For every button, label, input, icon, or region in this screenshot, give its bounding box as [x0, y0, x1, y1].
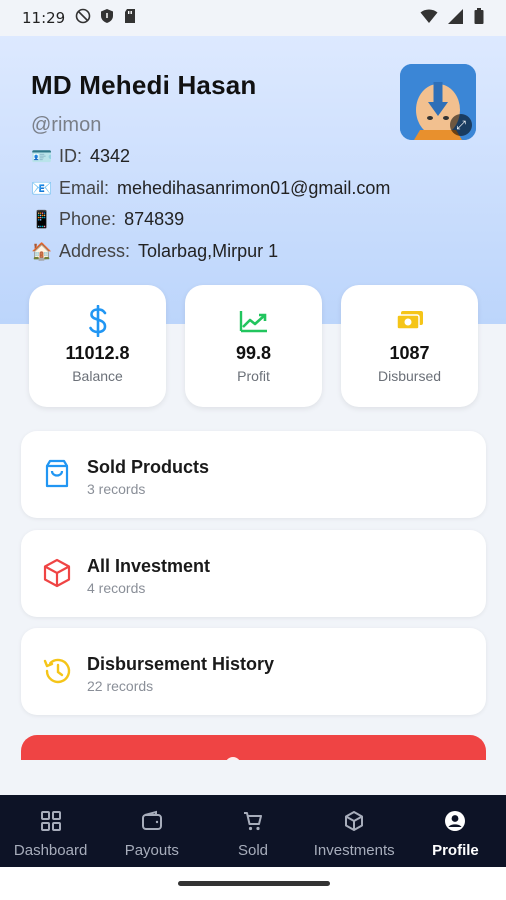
- shield-icon: [99, 8, 115, 28]
- nav-payouts[interactable]: Payouts: [101, 795, 202, 867]
- disbursed-card[interactable]: 1087 Disbursed: [341, 285, 478, 407]
- cash-icon: [341, 305, 478, 337]
- email-icon: 📧: [31, 178, 53, 198]
- status-time: 11:29: [22, 9, 66, 27]
- balance-value: 11012.8: [65, 343, 130, 363]
- sold-products-count: 3 records: [87, 481, 146, 497]
- phone-label: Phone:: [59, 209, 117, 229]
- shopping-bag-icon: [41, 458, 73, 490]
- disbursement-history-count: 22 records: [87, 678, 154, 694]
- dollar-icon: [29, 305, 166, 337]
- balance-label: Balance: [72, 368, 123, 384]
- phone-row: 📱 Phone: 874839: [31, 209, 184, 230]
- gesture-area: [0, 867, 506, 900]
- sold-products-title: Sold Products: [87, 457, 210, 477]
- nav-payouts-label: Payouts: [124, 842, 179, 859]
- id-label: ID:: [59, 146, 83, 166]
- nav-dashboard[interactable]: Dashboard: [0, 795, 101, 867]
- id-value: 4342: [90, 146, 131, 166]
- address-row: 🏠 Address: Tolarbag,Mirpur 1: [31, 241, 278, 262]
- cart-icon: [244, 812, 262, 831]
- avatar[interactable]: ⤢: [400, 64, 476, 140]
- grid-icon: [40, 811, 61, 831]
- phone-value: 874839: [124, 209, 185, 229]
- status-bar: 11:29: [0, 0, 506, 36]
- address-value: Tolarbag,Mirpur 1: [138, 241, 279, 261]
- scroll-area-bottom: [0, 760, 506, 795]
- balance-card[interactable]: 11012.8 Balance: [29, 285, 166, 407]
- battery-icon: [474, 8, 484, 28]
- nav-sold[interactable]: Sold: [202, 795, 303, 867]
- all-investment-count: 4 records: [87, 580, 146, 596]
- disbursement-history-title: Disbursement History: [87, 654, 275, 674]
- wifi-icon: [420, 9, 438, 28]
- disbursed-value: 1087: [389, 343, 430, 363]
- sd-card-icon: [123, 8, 137, 28]
- phone-icon: 📱: [31, 209, 53, 229]
- expand-icon[interactable]: ⤢: [450, 114, 472, 136]
- signal-icon: [448, 8, 464, 28]
- profit-card[interactable]: 99.8 Profit: [185, 285, 322, 407]
- address-label: Address:: [59, 241, 131, 261]
- box-icon: [345, 811, 364, 831]
- disbursement-history-card[interactable]: Disbursement History 22 records: [21, 628, 486, 715]
- nav-sold-label: Sold: [237, 842, 269, 859]
- profile-name: MD Mehedi Hasan: [31, 70, 257, 100]
- email-value: mehedihasanrimon01@gmail.com: [117, 178, 391, 198]
- all-investment-title: All Investment: [87, 556, 211, 576]
- nav-profile[interactable]: Profile: [405, 795, 506, 867]
- profit-label: Profit: [237, 368, 270, 384]
- id-card-icon: 🪪: [31, 146, 53, 166]
- house-icon: 🏠: [31, 241, 53, 261]
- user-circle-icon: [445, 811, 466, 831]
- profit-value: 99.8: [235, 343, 272, 363]
- history-icon: [41, 655, 73, 687]
- home-indicator[interactable]: [178, 881, 330, 886]
- disbursed-label: Disbursed: [377, 368, 442, 384]
- email-row: 📧 Email: mehedihasanrimon01@gmail.com: [31, 178, 390, 199]
- cube-icon: [41, 557, 73, 589]
- email-label: Email:: [59, 178, 110, 198]
- nav-investments-label: Investments: [313, 842, 395, 859]
- id-row: 🪪 ID: 4342: [31, 146, 130, 167]
- wallet-icon: [141, 810, 162, 830]
- dnd-icon: [75, 8, 91, 28]
- nav-profile-label: Profile: [432, 842, 479, 859]
- profile-handle: @rimon: [31, 114, 102, 136]
- trending-up-icon: [185, 305, 322, 337]
- nav-dashboard-label: Dashboard: [13, 842, 88, 859]
- sold-products-card[interactable]: Sold Products 3 records: [21, 431, 486, 518]
- bottom-nav: Dashboard Payouts Sold Investments Profi…: [0, 795, 506, 867]
- all-investment-card[interactable]: All Investment 4 records: [21, 530, 486, 617]
- nav-investments[interactable]: Investments: [304, 795, 405, 867]
